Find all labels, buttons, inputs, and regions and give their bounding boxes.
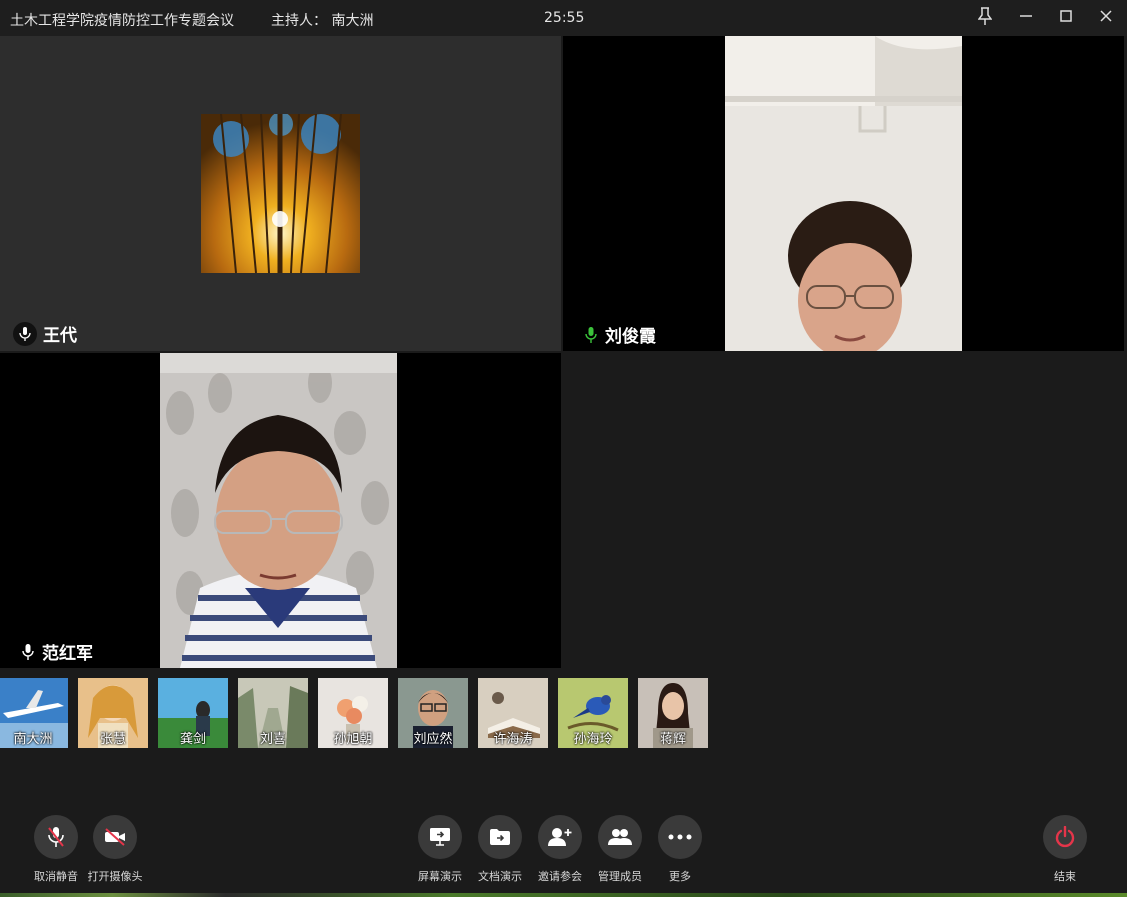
video-tile-2[interactable]: 刘俊霞 [563,36,1124,351]
maximize-icon [1060,10,1072,22]
participant-video [725,36,962,351]
mic-icon [20,643,36,660]
more-button[interactable]: 更多 [645,815,715,884]
participant-thumb[interactable]: 南大洲 [0,678,68,748]
tile-2-name: 刘俊霞 [583,322,656,347]
tile-3-name: 范红军 [20,639,93,664]
host-label: 主持人： 南大洲 [271,13,374,29]
participant-avatar-forest [201,114,360,273]
close-button[interactable] [1091,4,1121,28]
meeting-timer: 25:55 [544,10,585,26]
video-tile-empty [563,353,1124,668]
participant-video [160,353,397,668]
participant-thumb[interactable]: 许海涛 [478,678,548,748]
participant-thumb[interactable]: 张慧 [78,678,148,748]
participant-thumb[interactable]: 刘应然 [398,678,468,748]
add-user-icon [538,815,582,859]
minimize-icon [1020,15,1032,17]
meeting-title: 土木工程学院疫情防控工作专题会议 [10,13,234,29]
tile-1-name: 王代 [13,321,77,346]
end-meeting-button[interactable]: 结束 [1030,815,1100,884]
folder-upload-icon [478,815,522,859]
taskbar-edge [0,893,1127,897]
participant-thumb[interactable]: 孙海玲 [558,678,628,748]
members-icon [598,815,642,859]
pin-icon [978,7,992,25]
mic-active-icon [583,326,599,343]
participant-thumb[interactable]: 龚剑 [158,678,228,748]
minimize-button[interactable] [1011,4,1041,28]
mic-icon [13,321,37,346]
title-bar: 土木工程学院疫情防控工作专题会议 主持人： 南大洲 25:55 [0,0,1127,36]
participant-thumb[interactable]: 刘喜 [238,678,308,748]
participant-thumb[interactable]: 蒋辉 [638,678,708,748]
video-tile-1[interactable]: 王代 [0,36,561,351]
mic-muted-icon [34,815,78,859]
power-icon [1043,815,1087,859]
more-dots-icon [658,815,702,859]
close-icon [1100,10,1112,22]
participant-thumb[interactable]: 孙旭朝 [318,678,388,748]
video-tile-3[interactable]: 范红军 [0,353,561,668]
screen-share-icon [418,815,462,859]
maximize-button[interactable] [1051,4,1081,28]
pin-button[interactable] [970,4,1000,28]
camera-off-icon [93,815,137,859]
open-camera-button[interactable]: 打开摄像头 [80,815,150,884]
